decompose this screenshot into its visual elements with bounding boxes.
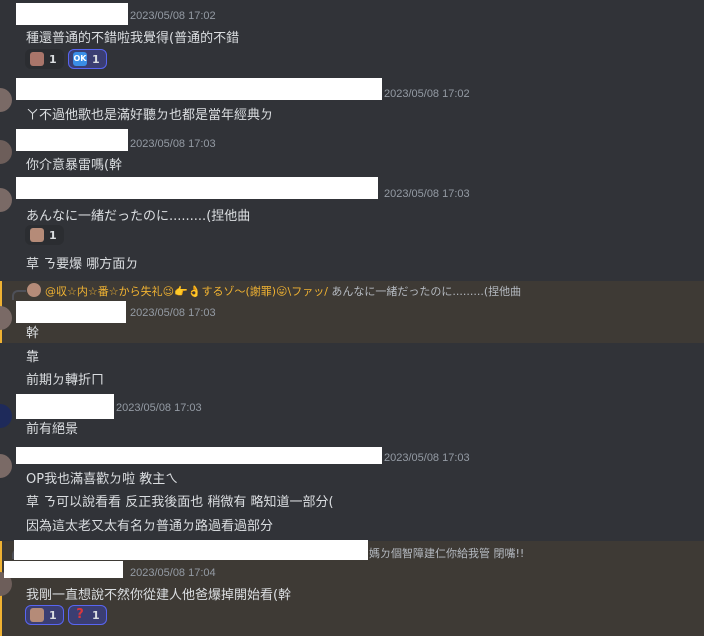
reaction-button[interactable]: 1 (25, 605, 64, 625)
reaction-button[interactable]: 1 (25, 225, 64, 245)
reaction-count: 1 (92, 608, 100, 622)
timestamp: 2023/05/08 17:03 (130, 138, 216, 150)
message-text: 草 ㄋ可以說看看 反正我後面也 稍微有 略知道一部分( (26, 495, 334, 510)
message-text: あんなに一緒だったのに.........(捏他曲 (26, 209, 251, 224)
reaction-button[interactable]: 1 (25, 49, 64, 69)
timestamp: 2023/05/08 17:03 (384, 452, 470, 464)
reply-text: 媽ㄉ個智障建仁你給我管 閉嘴!! (369, 547, 525, 560)
reply-avatar (27, 283, 41, 297)
message-text: 前期ㄉ轉折ㄇ (26, 373, 105, 388)
reply-preview[interactable]: @収☆内☆番☆から失礼😉👉👌するゾ〜(謝罪)😛\ファッ/ あんなに一緒だったのに… (45, 283, 521, 299)
avatar[interactable] (0, 454, 12, 478)
reaction-count: 1 (49, 52, 57, 66)
message-text: 前有絕景 (26, 422, 79, 437)
person-emoji-icon (30, 608, 44, 622)
face-emoji-icon (30, 52, 44, 66)
reaction-count: 1 (49, 608, 57, 622)
reaction-count: 1 (92, 52, 100, 66)
reply-author-redacted[interactable] (14, 540, 368, 560)
username-redacted[interactable] (16, 129, 128, 151)
reply-preview[interactable]: 媽ㄉ個智障建仁你給我管 閉嘴!! (369, 545, 524, 561)
username-redacted[interactable] (16, 3, 128, 25)
message-text: 幹 (26, 326, 40, 341)
ok-emoji-icon: OK (73, 52, 87, 66)
message-text: 草 ㄋ要爆 哪方面ㄉ (26, 257, 139, 272)
avatar[interactable] (0, 140, 12, 164)
avatar[interactable] (0, 404, 12, 428)
reply-mention[interactable]: @収☆内☆番☆から失礼😉👉👌するゾ〜(謝罪)😛\ファッ/ (45, 285, 328, 298)
username-redacted[interactable] (4, 561, 123, 578)
timestamp: 2023/05/08 17:03 (384, 188, 470, 200)
username-redacted[interactable] (16, 447, 382, 464)
avatar[interactable] (0, 88, 12, 112)
avatar[interactable] (0, 188, 12, 212)
username-redacted[interactable] (16, 177, 378, 199)
message-text: ㄚ不過他歌也是滿好聽ㄉ也都是當年經典ㄉ (26, 108, 274, 123)
person-emoji-icon (30, 228, 44, 242)
message-text: 靠 (26, 350, 40, 365)
message-text: 種還普通的不錯啦我覺得(普通的不錯 (26, 31, 240, 46)
reply-text: あんなに一緒だったのに.........(捏他曲 (331, 285, 522, 298)
message-text: 我剛一直想說不然你從建人他爸爆掉開始看(幹 (26, 588, 292, 603)
message-text: 你介意暴雷嗎(幹 (26, 158, 123, 173)
reply-connector (12, 290, 26, 300)
message-text: 因為這太老又太有名ㄉ普通ㄉ路過看過部分 (26, 519, 274, 534)
timestamp: 2023/05/08 17:02 (130, 10, 216, 22)
username-redacted[interactable] (16, 394, 114, 419)
message-text: OP我也滿喜歡ㄉ啦 教主ㄟ (26, 472, 179, 487)
username-redacted[interactable] (16, 301, 126, 323)
reaction-button[interactable]: ? 1 (68, 605, 107, 625)
timestamp: 2023/05/08 17:03 (116, 402, 202, 414)
username-redacted[interactable] (16, 78, 382, 100)
timestamp: 2023/05/08 17:03 (130, 307, 216, 319)
reaction-button[interactable]: OK 1 (68, 49, 107, 69)
timestamp: 2023/05/08 17:04 (130, 567, 216, 579)
question-emoji-icon: ? (76, 607, 84, 622)
reaction-count: 1 (49, 228, 57, 242)
timestamp: 2023/05/08 17:02 (384, 88, 470, 100)
